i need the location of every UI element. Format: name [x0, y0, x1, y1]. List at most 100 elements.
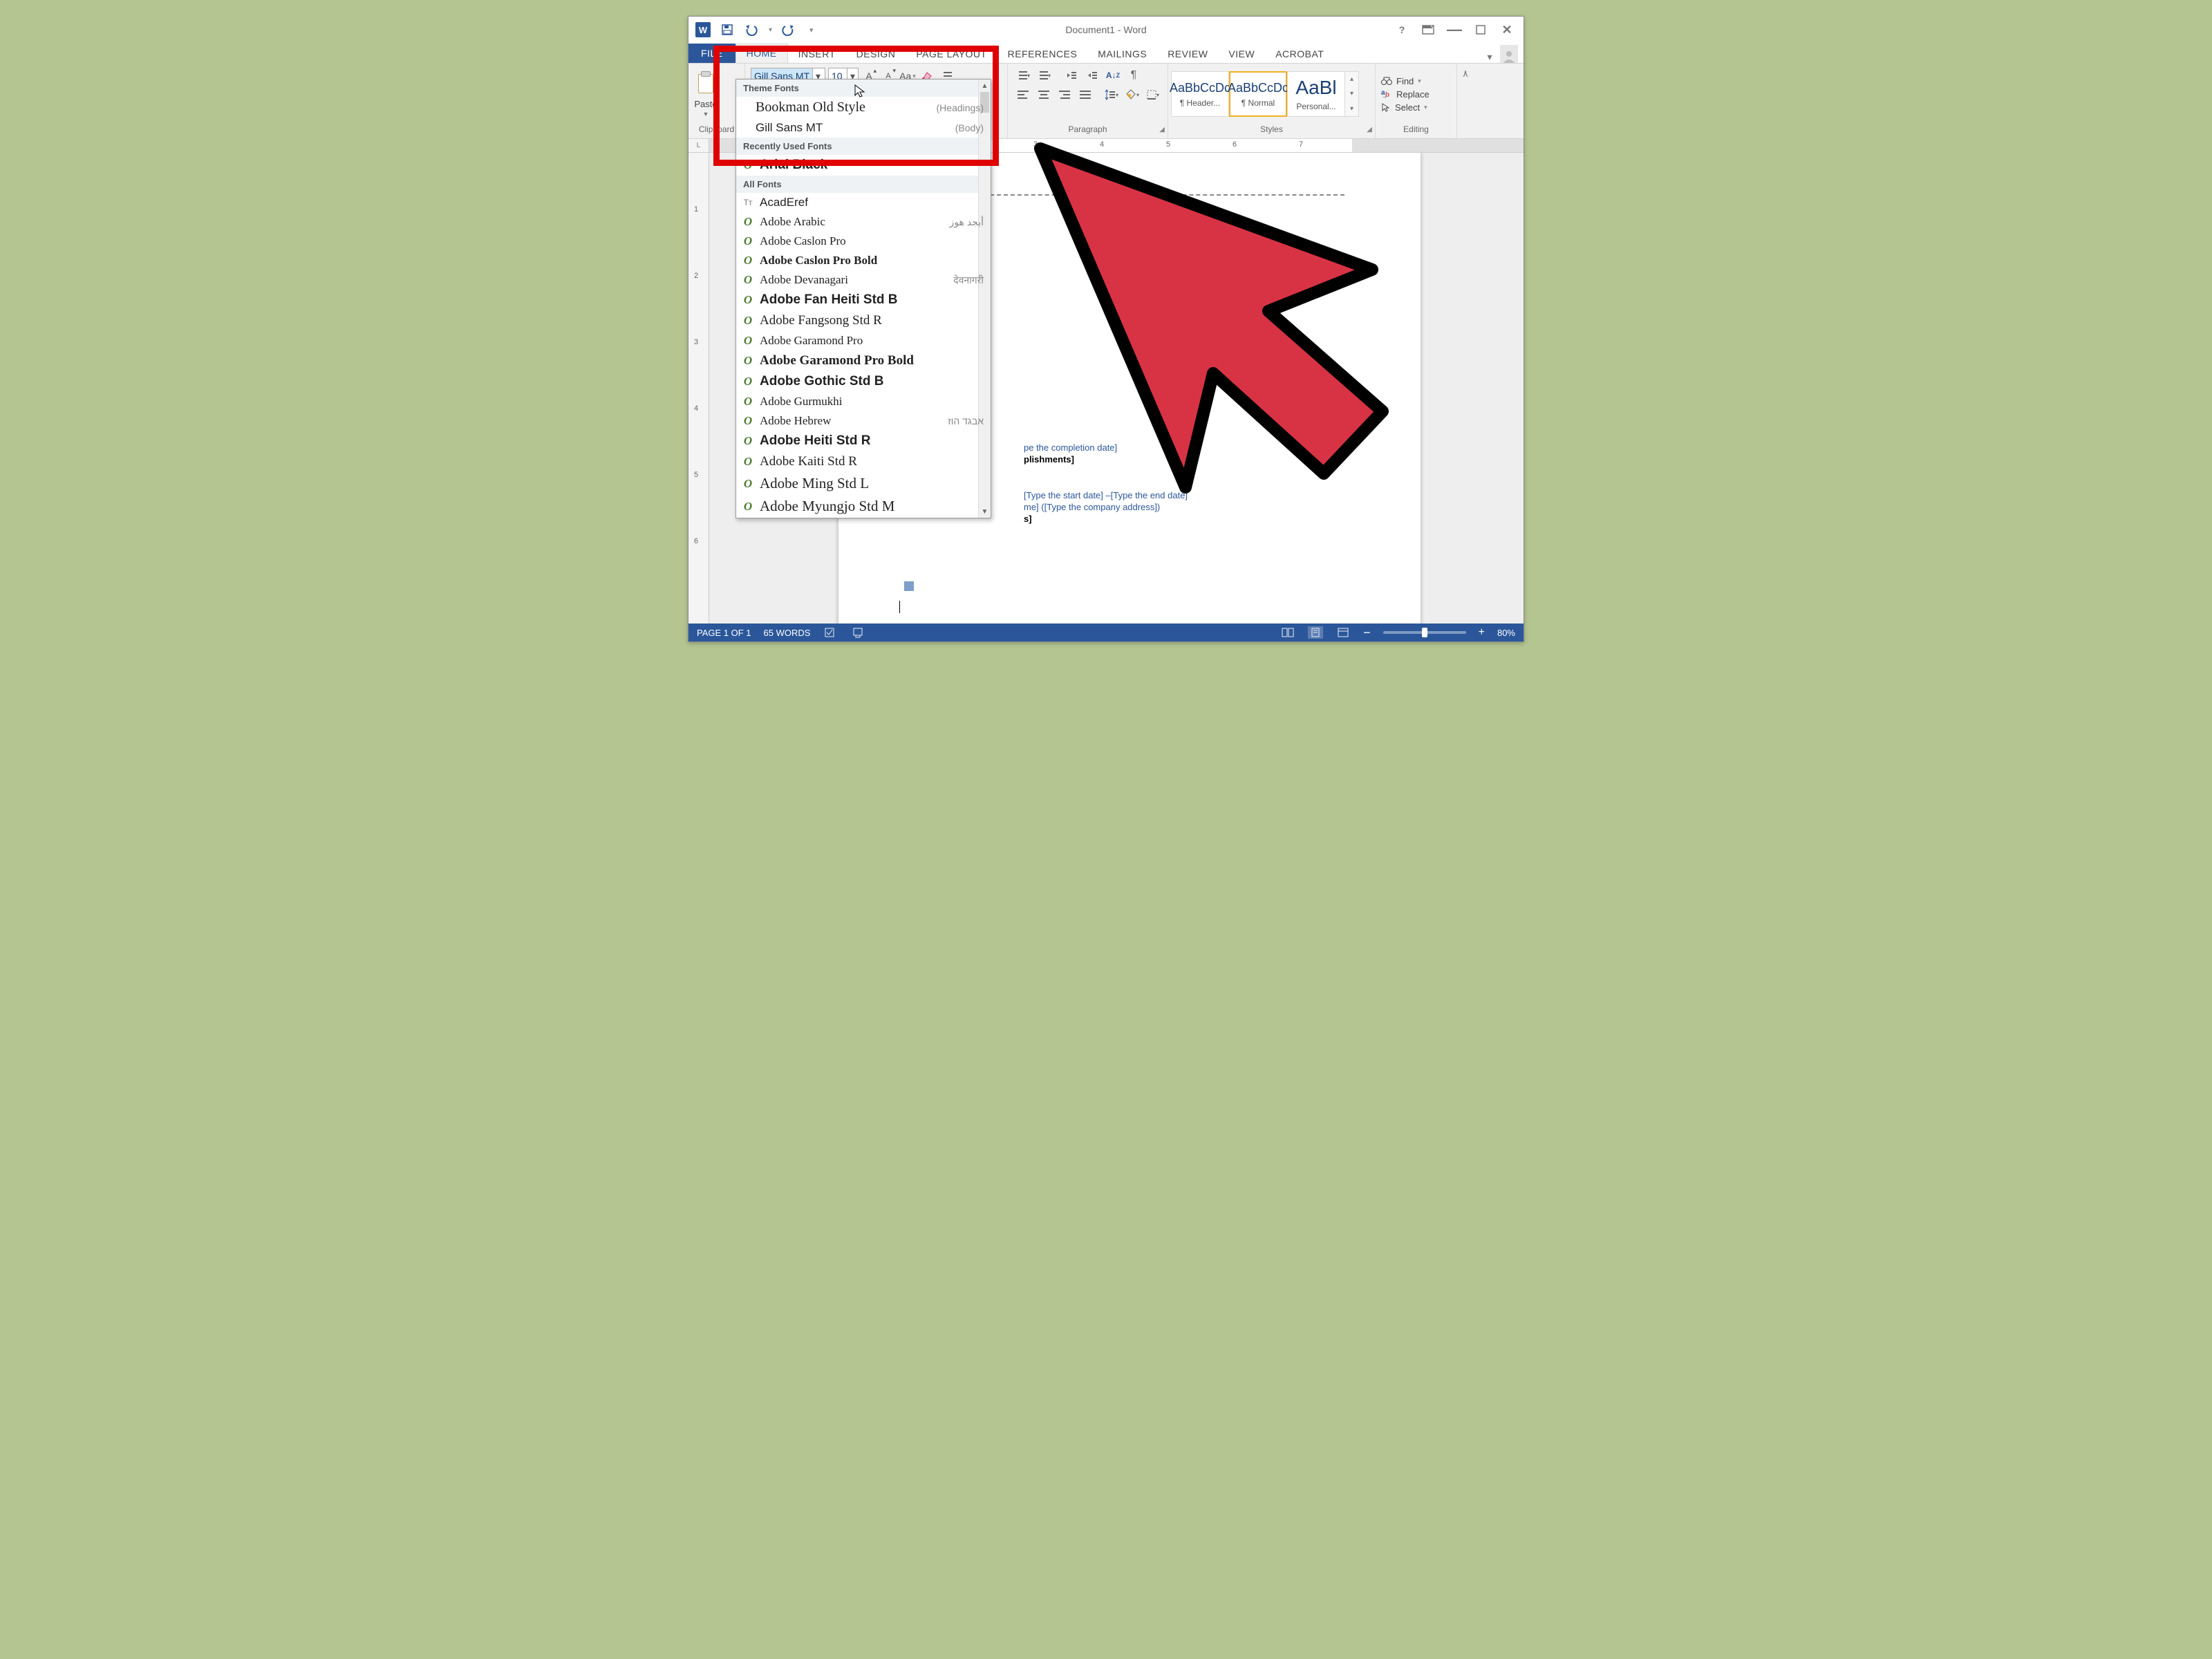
zoom-level[interactable]: 80%: [1497, 628, 1515, 638]
minimize-button[interactable]: —: [1447, 23, 1461, 37]
font-option[interactable]: OAdobe Caslon Pro: [736, 232, 991, 251]
opentype-icon: O: [742, 293, 754, 307]
decrease-indent-button[interactable]: [1062, 68, 1081, 83]
font-option-hint: (Body): [955, 122, 984, 133]
font-option[interactable]: OAdobe Gurmukhi: [736, 392, 991, 411]
justify-button[interactable]: [1076, 87, 1095, 102]
redo-button[interactable]: [780, 21, 797, 38]
font-option[interactable]: O Adobe Myungjo Std M: [736, 495, 991, 518]
word-count[interactable]: 65 WORDS: [764, 628, 811, 638]
ruler-mark: 4: [1100, 140, 1104, 149]
font-option[interactable]: OArial Black: [736, 155, 991, 176]
opentype-icon: O: [742, 273, 754, 287]
opentype-icon: O: [742, 477, 754, 491]
align-right-button[interactable]: [1055, 87, 1074, 102]
opentype-icon: O: [742, 500, 754, 514]
tab-page-layout[interactable]: PAGE LAYOUT: [906, 45, 997, 63]
web-layout-icon[interactable]: [1335, 626, 1351, 639]
document-text[interactable]: s]: [1024, 512, 1501, 526]
macro-icon[interactable]: [850, 626, 865, 639]
ribbon-pin-icon[interactable]: ٨: [1457, 64, 1474, 138]
font-option[interactable]: OAdobe Garamond Pro: [736, 331, 991, 350]
help-button[interactable]: ?: [1395, 23, 1409, 37]
tab-mailings[interactable]: MAILINGS: [1087, 45, 1157, 63]
binoculars-icon: [1381, 76, 1392, 86]
vertical-ruler[interactable]: 1 2 3 4 5 6: [688, 153, 709, 624]
tab-acrobat[interactable]: ACROBAT: [1265, 45, 1334, 63]
font-option[interactable]: TᴛAcadEref: [736, 193, 991, 212]
font-option[interactable]: Bookman Old Style(Headings): [736, 97, 991, 118]
print-layout-icon[interactable]: [1308, 626, 1323, 639]
font-option-label: Gill Sans MT: [756, 121, 823, 135]
read-mode-icon[interactable]: [1280, 626, 1295, 639]
document-text[interactable]: plishments]: [1024, 453, 1501, 467]
style-normal[interactable]: AaBbCcDc¶ Normal: [1229, 71, 1287, 117]
zoom-slider[interactable]: [1383, 631, 1466, 634]
opentype-icon: O: [742, 334, 754, 348]
tab-references[interactable]: REFERENCES: [997, 45, 1088, 63]
font-option-hint: देवनागरी: [953, 274, 984, 287]
save-button[interactable]: [719, 21, 735, 38]
ribbon-collapse-icon[interactable]: ▾: [1483, 51, 1496, 63]
selection-handle[interactable]: [904, 581, 914, 591]
font-dropdown-panel[interactable]: ▲ ▼ Theme Fonts Bookman Old Style(Headin…: [735, 79, 991, 518]
tab-view[interactable]: VIEW: [1218, 45, 1265, 63]
font-option[interactable]: OAdobe Arabicأبجد هوز: [736, 212, 991, 232]
word-app-icon: [695, 22, 711, 37]
align-center-button[interactable]: [1034, 87, 1053, 102]
ribbon-options-button[interactable]: [1421, 23, 1435, 37]
shading-button[interactable]: ▾: [1123, 87, 1142, 102]
tab-selector[interactable]: L: [688, 139, 709, 152]
font-option-label: Adobe Caslon Pro Bold: [760, 254, 877, 268]
line-spacing-button[interactable]: ▾: [1102, 87, 1121, 102]
font-option[interactable]: OAdobe Ming Std L: [736, 472, 991, 495]
font-option[interactable]: OAdobe Fangsong Std R: [736, 310, 991, 331]
tab-home[interactable]: HOME: [735, 44, 788, 63]
find-button[interactable]: Find▾: [1381, 76, 1421, 86]
font-option[interactable]: Gill Sans MT (Body): [736, 118, 991, 138]
styles-gallery-more[interactable]: ▴▾▾: [1345, 71, 1359, 117]
align-left-button[interactable]: [1013, 87, 1033, 102]
tab-review[interactable]: REVIEW: [1157, 45, 1218, 63]
sort-button[interactable]: A↓Z: [1103, 68, 1123, 83]
undo-button[interactable]: [744, 21, 760, 38]
undo-dropdown-icon[interactable]: ▾: [769, 26, 772, 34]
paste-button[interactable]: Paste ▼: [694, 71, 718, 118]
truetype-icon: Tᴛ: [742, 198, 754, 207]
styles-launcher-icon[interactable]: ◢: [1367, 126, 1372, 133]
font-option[interactable]: OAdobe Heiti Std R: [736, 431, 991, 451]
select-button[interactable]: Select▾: [1381, 102, 1427, 113]
show-marks-button[interactable]: ¶: [1124, 68, 1143, 83]
increase-indent-button[interactable]: [1082, 68, 1102, 83]
tab-file[interactable]: FILE: [688, 44, 735, 63]
paragraph-launcher-icon[interactable]: ◢: [1159, 126, 1165, 133]
font-option[interactable]: OAdobe Garamond Pro Bold: [736, 350, 991, 371]
borders-button[interactable]: ▾: [1143, 87, 1163, 102]
style-header[interactable]: AaBbCcDc¶ Header...: [1171, 71, 1229, 117]
close-button[interactable]: ✕: [1500, 23, 1514, 37]
font-option[interactable]: OAdobe Hebrewאבגד הוז: [736, 411, 991, 431]
qat-customize-icon[interactable]: ▾: [809, 26, 814, 35]
font-option[interactable]: OAdobe Caslon Pro Bold: [736, 251, 991, 270]
font-option[interactable]: O Adobe Devanagari देवनागरी: [736, 270, 991, 290]
font-option[interactable]: OAdobe Kaiti Std R: [736, 451, 991, 472]
replace-button[interactable]: ab→ Replace: [1381, 89, 1430, 100]
style-personal[interactable]: AaBlPersonal...: [1287, 71, 1345, 117]
font-option[interactable]: OAdobe Fan Heiti Std B: [736, 290, 991, 310]
tab-insert[interactable]: INSERT: [788, 45, 846, 63]
font-option[interactable]: OAdobe Gothic Std B: [736, 371, 991, 392]
opentype-icon: O: [742, 314, 754, 328]
account-icon[interactable]: [1500, 45, 1518, 63]
tab-design[interactable]: DESIGN: [846, 45, 906, 63]
maximize-button[interactable]: [1474, 23, 1488, 37]
scroll-up-icon[interactable]: ▲: [979, 79, 991, 92]
spellcheck-icon[interactable]: [823, 626, 838, 639]
font-option-label: Adobe Devanagari: [760, 273, 848, 287]
page-count[interactable]: PAGE 1 OF 1: [697, 628, 751, 638]
numbering-button[interactable]: ▾: [1013, 68, 1033, 83]
zoom-in-button[interactable]: +: [1479, 626, 1485, 639]
multilevel-list-button[interactable]: ▾: [1034, 68, 1053, 83]
font-option-label: Adobe Myungjo Std M: [760, 498, 894, 515]
zoom-out-button[interactable]: −: [1363, 626, 1371, 640]
opentype-icon: O: [742, 414, 754, 428]
